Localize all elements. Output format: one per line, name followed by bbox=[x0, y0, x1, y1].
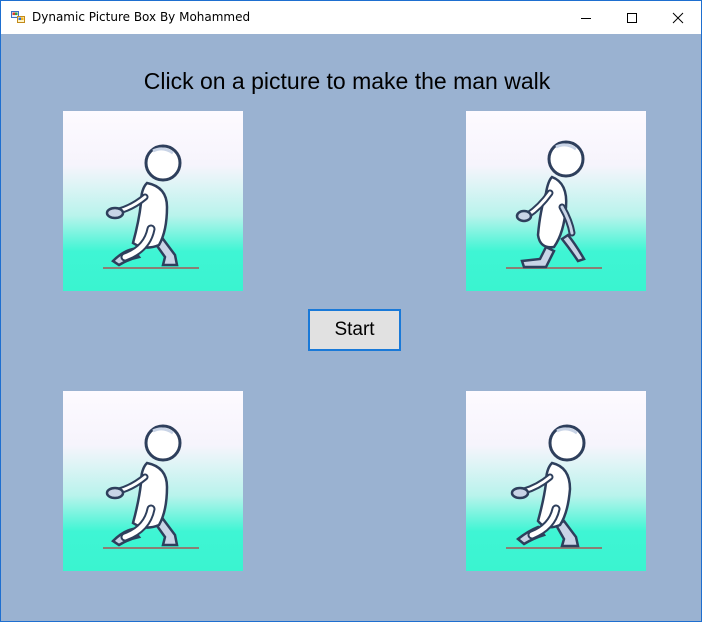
window-title: Dynamic Picture Box By Mohammed bbox=[32, 10, 251, 24]
maximize-button[interactable] bbox=[609, 1, 655, 34]
minimize-icon bbox=[581, 17, 591, 19]
walking-man-image bbox=[506, 140, 602, 269]
walking-man-image bbox=[506, 424, 602, 549]
start-button[interactable]: Start bbox=[308, 309, 401, 351]
picture-box-4[interactable] bbox=[466, 391, 646, 571]
walking-man-image bbox=[103, 144, 199, 269]
title-bar[interactable]: Dynamic Picture Box By Mohammed bbox=[1, 1, 701, 34]
instruction-heading: Click on a picture to make the man walk bbox=[143, 68, 551, 94]
app-icon bbox=[11, 10, 25, 24]
maximize-icon bbox=[627, 12, 637, 23]
picture-box-2[interactable] bbox=[466, 111, 646, 291]
form-client-area: Click on a picture to make the man walk bbox=[1, 34, 701, 621]
minimize-button[interactable] bbox=[563, 1, 609, 34]
app-window: Dynamic Picture Box By Mohammed Click on… bbox=[0, 0, 702, 622]
close-button[interactable] bbox=[655, 1, 701, 34]
picture-box-1[interactable] bbox=[63, 111, 243, 291]
close-icon bbox=[672, 12, 684, 23]
picture-box-3[interactable] bbox=[63, 391, 243, 571]
walking-man-image bbox=[103, 424, 199, 549]
